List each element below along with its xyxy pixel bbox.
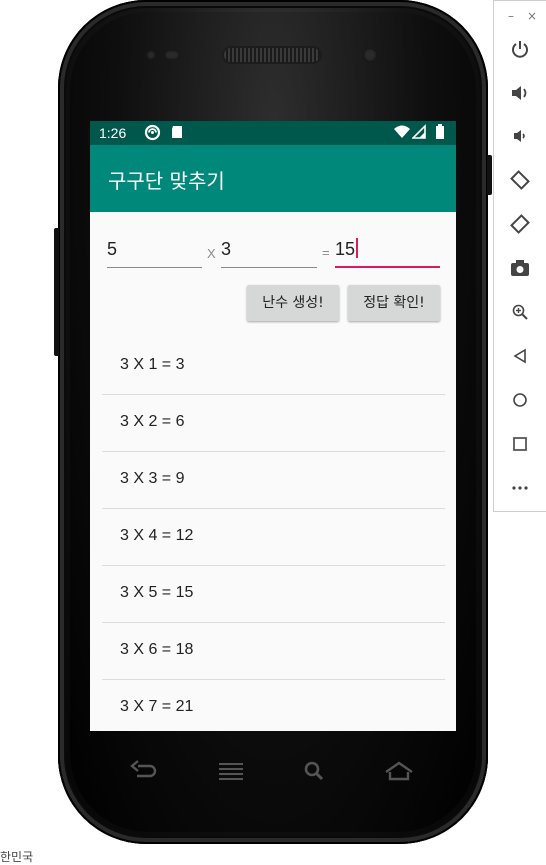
check-answer-button[interactable]: 정답 확인! bbox=[348, 285, 440, 321]
taskbar-text: 한민국 bbox=[0, 850, 34, 864]
app-screen: 1:26 구구단 맞추기 5 X 3 = 15 난수 생성! 정답 확인! 3 … bbox=[90, 121, 456, 731]
list-item-text: 3 X 7 = 21 bbox=[120, 698, 194, 715]
equals-operator: = bbox=[322, 245, 330, 260]
battery-icon bbox=[435, 124, 445, 143]
field-underline bbox=[335, 266, 440, 268]
back-icon[interactable] bbox=[508, 344, 532, 368]
menu-icon[interactable] bbox=[217, 760, 245, 786]
list-item-text: 3 X 5 = 15 bbox=[120, 584, 194, 601]
camera-icon[interactable] bbox=[508, 256, 532, 280]
wifi-icon bbox=[394, 124, 410, 143]
list-item[interactable]: 3 X 2 = 6 bbox=[102, 395, 445, 452]
list-item[interactable]: 3 X 7 = 21 bbox=[102, 680, 445, 731]
second-number-value: 3 bbox=[221, 239, 232, 259]
list-item[interactable]: 3 X 1 = 3 bbox=[102, 338, 445, 395]
multiplication-list: 3 X 1 = 3 3 X 2 = 6 3 X 3 = 9 3 X 4 = 12… bbox=[102, 338, 445, 731]
second-number-field[interactable]: 3 bbox=[221, 233, 317, 268]
answer-field[interactable]: 15 bbox=[335, 233, 440, 268]
close-button[interactable]: × bbox=[527, 9, 537, 23]
list-item-text: 3 X 3 = 9 bbox=[120, 470, 185, 487]
sync-icon bbox=[144, 124, 161, 144]
overview-icon[interactable] bbox=[508, 432, 532, 456]
rotate-left-icon[interactable] bbox=[508, 168, 532, 192]
status-bar: 1:26 bbox=[90, 121, 456, 145]
random-generate-button[interactable]: 난수 생성! bbox=[247, 285, 339, 321]
volume-down-icon[interactable] bbox=[508, 124, 532, 148]
text-cursor bbox=[356, 238, 359, 258]
app-title: 구구단 맞추기 bbox=[108, 169, 225, 193]
front-camera bbox=[363, 48, 377, 62]
answer-value-text: 15 bbox=[335, 239, 356, 259]
first-number-value: 5 bbox=[107, 239, 118, 259]
minimize-button[interactable]: – bbox=[508, 9, 514, 23]
zoom-icon[interactable] bbox=[508, 300, 532, 324]
volume-up-icon[interactable] bbox=[508, 81, 532, 105]
power-icon[interactable] bbox=[508, 37, 532, 61]
answer-value: 15 bbox=[335, 238, 359, 260]
list-item[interactable]: 3 X 5 = 15 bbox=[102, 566, 445, 623]
list-item-text: 3 X 2 = 6 bbox=[120, 413, 185, 430]
front-sensor bbox=[146, 50, 156, 60]
field-underline bbox=[221, 267, 317, 268]
home-icon[interactable] bbox=[384, 760, 414, 786]
front-sensor bbox=[164, 50, 180, 60]
list-item[interactable]: 3 X 6 = 18 bbox=[102, 623, 445, 680]
list-item[interactable]: 3 X 4 = 12 bbox=[102, 509, 445, 566]
field-underline bbox=[107, 267, 202, 268]
back-icon[interactable] bbox=[130, 760, 158, 786]
status-time: 1:26 bbox=[99, 125, 127, 141]
app-bar: 구구단 맞추기 bbox=[90, 145, 456, 212]
search-icon[interactable] bbox=[302, 760, 328, 786]
rotate-right-icon[interactable] bbox=[508, 212, 532, 236]
first-number-field[interactable]: 5 bbox=[107, 233, 202, 268]
list-item[interactable]: 3 X 3 = 9 bbox=[102, 452, 445, 509]
list-item-text: 3 X 4 = 12 bbox=[120, 527, 194, 544]
earpiece-speaker bbox=[224, 48, 320, 62]
emulator-toolbar: – × bbox=[493, 0, 546, 512]
side-button-left bbox=[54, 228, 59, 356]
times-operator: X bbox=[207, 246, 216, 261]
sd-card-icon bbox=[170, 124, 184, 143]
list-item-text: 3 X 6 = 18 bbox=[120, 641, 194, 658]
home-icon[interactable] bbox=[508, 388, 532, 412]
side-button-right bbox=[487, 155, 492, 195]
more-icon[interactable] bbox=[508, 476, 532, 500]
signal-icon bbox=[411, 124, 426, 143]
list-item-text: 3 X 1 = 3 bbox=[120, 356, 185, 373]
